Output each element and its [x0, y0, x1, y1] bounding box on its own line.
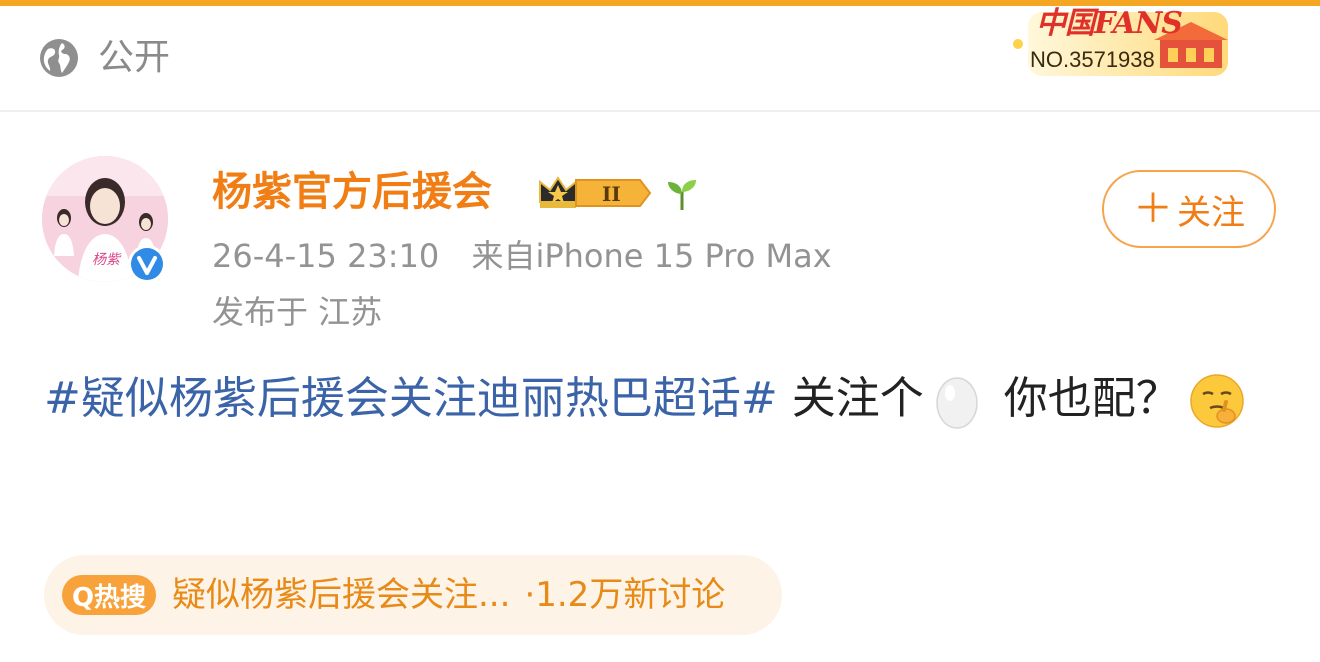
globe-icon	[40, 39, 78, 77]
follow-label: 关注	[1177, 192, 1245, 233]
visibility-label: 公开	[98, 37, 171, 78]
sprout-icon	[668, 180, 696, 210]
post-text-2: 你也配？	[989, 373, 1180, 424]
verified-icon	[128, 245, 166, 283]
hot-search-title: 疑似杨紫后援会关注...	[172, 575, 511, 615]
hot-search-chip[interactable]: Q热搜 疑似杨紫后援会关注... ·1.2万新讨论	[44, 555, 782, 635]
hot-search-tag: Q热搜	[62, 575, 156, 615]
crown-level-badge: II	[539, 176, 652, 208]
post-time: 26-4-15 23:10	[212, 237, 440, 275]
fans-badge-number: NO.3571938	[1030, 47, 1155, 72]
level-badge-text: II	[602, 182, 621, 206]
egg-emoji	[935, 377, 978, 429]
fans-badge-title: 中国FANS	[1036, 6, 1183, 41]
follow-button[interactable]: ＋ 关注	[1102, 170, 1276, 248]
post-text-1: 关注个	[777, 373, 924, 424]
topic-link[interactable]: #疑似杨紫后援会关注迪丽热巴超话#	[44, 373, 778, 424]
avatar-text: 杨紫	[92, 252, 122, 268]
post-source: 来自iPhone 15 Pro Max	[471, 237, 832, 275]
hot-search-text: 疑似杨紫后援会关注... ·1.2万新讨论	[172, 573, 725, 617]
post-location: 发布于 江苏	[212, 293, 383, 331]
author-name[interactable]: 杨紫官方后援会	[212, 168, 492, 216]
hot-search-count: ·1.2万新讨论	[524, 575, 726, 615]
shushing-face-emoji	[1189, 374, 1244, 428]
post-content: #疑似杨紫后援会关注迪丽热巴超话# 关注个 你也配？	[44, 368, 1264, 430]
post-meta: 26-4-15 23:10 来自iPhone 15 Pro Max	[212, 236, 854, 276]
plus-icon: ＋	[1133, 186, 1173, 232]
section-divider	[0, 110, 1320, 112]
